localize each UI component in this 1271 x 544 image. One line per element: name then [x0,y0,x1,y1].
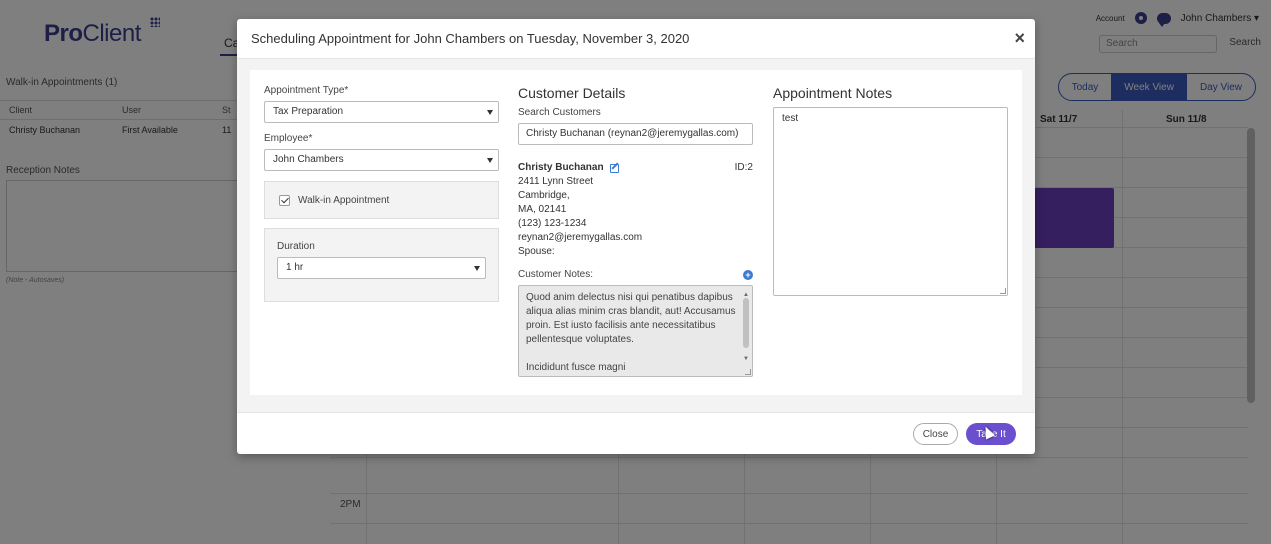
employee-label: Employee* [264,133,313,144]
scroll-thumb[interactable] [743,298,749,348]
customer-info: Christy Buchanan ID:2 2411 Lynn Street C… [518,161,753,259]
search-customers-input[interactable]: Christy Buchanan (reynan2@jeremygallas.c… [518,123,753,145]
customer-city: Cambridge, [518,190,570,201]
walkin-panel: Walk-in Appointment [264,181,499,219]
resize-handle-icon[interactable] [745,369,751,375]
customer-notes-paragraph: Quod anim delectus nisi qui penatibus da… [526,292,736,345]
customer-spouse: Spouse: [518,246,555,257]
walkin-checkbox-label[interactable]: Walk-in Appointment [298,195,389,206]
customer-phone: (123) 123-1234 [518,218,587,229]
modal-inner: Appointment Type* Tax Preparation Employ… [250,70,1022,395]
appointment-notes-column: Appointment Notes test [773,85,1008,296]
customer-notes-label: Customer Notes: [518,269,594,280]
employee-value: John Chambers [273,154,344,165]
scroll-down-icon[interactable]: ▼ [743,352,749,366]
duration-select[interactable]: 1 hr [277,257,486,279]
customer-details-title: Customer Details [518,85,626,101]
appointment-notes-textarea[interactable]: test [773,107,1008,296]
customer-notes-paragraph: Incididunt fusce magni [526,362,626,373]
add-note-icon[interactable]: + [743,269,753,280]
walkin-checkbox[interactable] [279,194,290,206]
close-icon[interactable]: × [1014,29,1025,47]
customer-notes-header: Customer Notes: + [518,269,753,280]
appointment-type-value: Tax Preparation [273,106,344,117]
resize-handle-icon[interactable] [1000,288,1006,294]
customer-notes-textarea[interactable]: Quod anim delectus nisi qui penatibus da… [518,285,753,377]
notes-scrollbar[interactable]: ▲ ▼ [742,288,750,374]
duration-panel: Duration 1 hr [264,228,499,302]
chevron-down-icon [487,158,493,163]
customer-id: ID:2 [734,162,753,173]
duration-label: Duration [277,241,315,252]
modal-body: Appointment Type* Tax Preparation Employ… [237,59,1035,412]
appointment-type-select[interactable]: Tax Preparation [264,101,499,123]
modal-header: Scheduling Appointment for John Chambers… [237,19,1035,59]
close-button[interactable]: Close [913,423,958,445]
customer-name-wrap: Christy Buchanan [518,161,619,175]
edit-icon[interactable] [609,163,619,173]
search-customers-label: Search Customers [518,107,601,118]
customer-street: 2411 Lynn Street [518,176,594,187]
chevron-down-icon [487,110,493,115]
modal-title: Scheduling Appointment for John Chambers… [251,31,690,46]
chevron-down-icon [474,266,480,271]
customer-state-zip: MA, 02141 [518,204,567,215]
appointment-notes-value: test [782,113,799,124]
customer-details-column: Customer Details Search Customers Christ… [518,85,753,377]
appointment-column: Appointment Type* Tax Preparation Employ… [264,85,499,302]
employee-select[interactable]: John Chambers [264,149,499,171]
appointment-type-label: Appointment Type* [264,85,349,96]
appointment-notes-title: Appointment Notes [773,85,893,101]
duration-value: 1 hr [286,262,304,273]
customer-name: Christy Buchanan [518,162,604,173]
modal-footer: Close Take It [237,412,1035,454]
scheduling-modal: Scheduling Appointment for John Chambers… [237,19,1035,454]
customer-email: reynan2@jeremygallas.com [518,232,643,243]
